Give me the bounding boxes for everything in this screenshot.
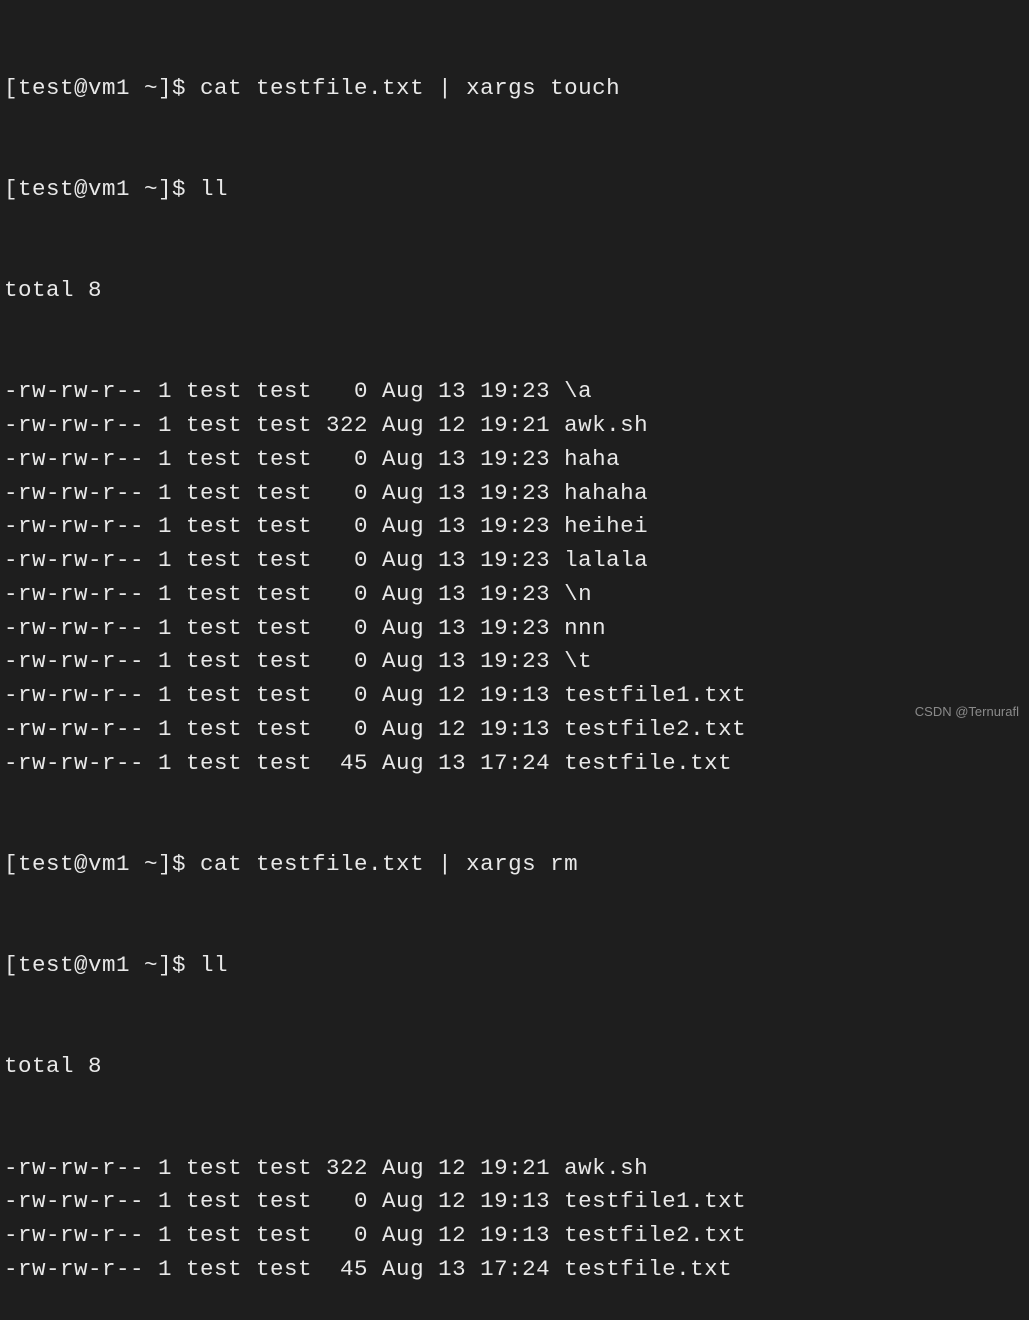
total-line: total 8 xyxy=(4,1050,1025,1084)
prompt: [test@vm1 ~]$ xyxy=(4,75,200,101)
file-row: -rw-rw-r-- 1 test test 0 Aug 13 19:23 \a xyxy=(4,375,1025,409)
command-text: cat testfile.txt | xargs touch xyxy=(200,75,620,101)
total-line: total 8 xyxy=(4,274,1025,308)
file-row: -rw-rw-r-- 1 test test 322 Aug 12 19:21 … xyxy=(4,1152,1025,1186)
command-text: ll xyxy=(200,952,228,978)
file-row: -rw-rw-r-- 1 test test 322 Aug 12 19:21 … xyxy=(4,409,1025,443)
terminal-output[interactable]: [test@vm1 ~]$ cat testfile.txt | xargs t… xyxy=(4,4,1025,1320)
file-row: -rw-rw-r-- 1 test test 45 Aug 13 17:24 t… xyxy=(4,1253,1025,1287)
prompt: [test@vm1 ~]$ xyxy=(4,176,200,202)
prompt: [test@vm1 ~]$ xyxy=(4,851,200,877)
prompt: [test@vm1 ~]$ xyxy=(4,952,200,978)
command-line: [test@vm1 ~]$ ll xyxy=(4,173,1025,207)
command-line: [test@vm1 ~]$ ll xyxy=(4,949,1025,983)
file-row: -rw-rw-r-- 1 test test 0 Aug 13 19:23 he… xyxy=(4,510,1025,544)
file-row: -rw-rw-r-- 1 test test 0 Aug 13 19:23 nn… xyxy=(4,612,1025,646)
command-text: cat testfile.txt | xargs rm xyxy=(200,851,578,877)
file-listing-1: -rw-rw-r-- 1 test test 0 Aug 13 19:23 \a… xyxy=(4,375,1025,780)
command-line: [test@vm1 ~]$ cat testfile.txt | xargs r… xyxy=(4,848,1025,882)
command-line: [test@vm1 ~]$ cat testfile.txt | xargs t… xyxy=(4,72,1025,106)
file-listing-2: -rw-rw-r-- 1 test test 322 Aug 12 19:21 … xyxy=(4,1152,1025,1287)
command-text: ll xyxy=(200,176,228,202)
file-row: -rw-rw-r-- 1 test test 0 Aug 13 19:23 ha… xyxy=(4,443,1025,477)
file-row: -rw-rw-r-- 1 test test 0 Aug 12 19:13 te… xyxy=(4,713,1025,747)
file-row: -rw-rw-r-- 1 test test 0 Aug 13 19:23 la… xyxy=(4,544,1025,578)
file-row: -rw-rw-r-- 1 test test 0 Aug 12 19:13 te… xyxy=(4,679,1025,713)
watermark: CSDN @Ternurafl xyxy=(915,702,1019,722)
file-row: -rw-rw-r-- 1 test test 0 Aug 13 19:23 \n xyxy=(4,578,1025,612)
file-row: -rw-rw-r-- 1 test test 0 Aug 13 19:23 ha… xyxy=(4,477,1025,511)
file-row: -rw-rw-r-- 1 test test 0 Aug 12 19:13 te… xyxy=(4,1185,1025,1219)
file-row: -rw-rw-r-- 1 test test 45 Aug 13 17:24 t… xyxy=(4,747,1025,781)
file-row: -rw-rw-r-- 1 test test 0 Aug 13 19:23 \t xyxy=(4,645,1025,679)
file-row: -rw-rw-r-- 1 test test 0 Aug 12 19:13 te… xyxy=(4,1219,1025,1253)
